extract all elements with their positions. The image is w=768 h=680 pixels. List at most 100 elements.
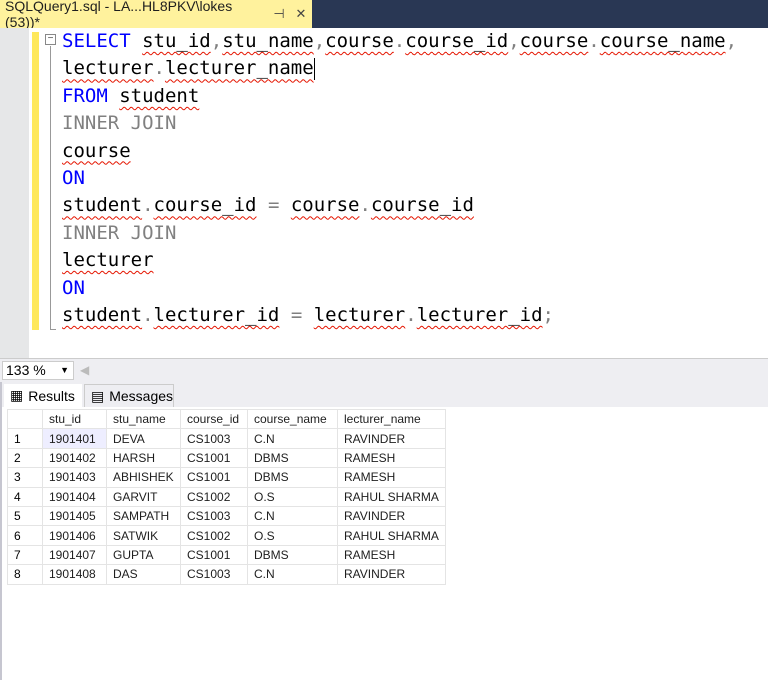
code-token: . (405, 303, 417, 326)
cell-course_name[interactable]: C.N (247, 428, 338, 449)
column-header-course_name[interactable]: course_name (247, 408, 338, 430)
cell-stu_id[interactable]: 1901404 (42, 486, 107, 507)
code-line: INNER JOIN (62, 220, 737, 247)
code-token: . (142, 303, 154, 326)
cell-course_name[interactable]: DBMS (247, 544, 338, 566)
row-number[interactable]: 2 (7, 447, 43, 469)
table-row[interactable]: 3 1901403 ABHISHEK CS1001 DBMS RAMESH (7, 467, 446, 488)
tab-results[interactable]: ▦ Results (4, 384, 82, 407)
close-icon[interactable]: ✕ (290, 6, 312, 22)
column-header-stu_name[interactable]: stu_name (106, 408, 181, 430)
cell-stu_id[interactable]: 1901402 (42, 447, 107, 469)
cell-stu_name[interactable]: DAS (106, 564, 181, 585)
code-line: FROM student (62, 83, 737, 110)
document-tab-title: SQLQuery1.sql - LA...HL8PKV\lokes (53))* (5, 0, 233, 30)
cell-course_id[interactable]: CS1003 (180, 428, 248, 449)
cell-lecturer_name[interactable]: RAMESH (337, 544, 446, 566)
cell-stu_name[interactable]: GARVIT (106, 486, 181, 507)
cell-course_name[interactable]: C.N (247, 564, 338, 585)
tab-label: Results (28, 387, 75, 404)
cell-stu_id[interactable]: 1901408 (42, 564, 107, 585)
table-row[interactable]: 7 1901407 GUPTA CS1001 DBMS RAMESH (7, 544, 446, 566)
code-line: student.lecturer_id = lecturer.lecturer_… (62, 302, 737, 329)
cell-stu_name[interactable]: HARSH (106, 447, 181, 469)
code-token: lecturer_id (153, 303, 280, 326)
column-header-stu_id[interactable]: stu_id (42, 408, 107, 430)
sql-editor[interactable]: − SELECT stu_id,stu_name,course.course_i… (0, 28, 768, 358)
results-panel: ▦ Results ▤ Messages stu_id stu_name course_… (0, 382, 768, 680)
row-number[interactable]: 1 (7, 428, 43, 449)
code-token: course_id (153, 194, 257, 217)
cell-course_name[interactable]: C.N (247, 505, 338, 527)
tab-messages[interactable]: ▤ Messages (84, 384, 174, 407)
cell-course_id[interactable]: CS1001 (180, 467, 248, 488)
cell-stu_id[interactable]: 1901405 (42, 505, 107, 527)
column-header-lecturer_name[interactable]: lecturer_name (337, 408, 446, 430)
row-number[interactable]: 7 (7, 544, 43, 566)
editor-status-bar: 133 % ▼ ◀ (0, 358, 768, 382)
column-header-course_id[interactable]: course_id (180, 408, 248, 430)
code-line: ON (62, 275, 737, 302)
table-row[interactable]: 8 1901408 DAS CS1003 C.N RAVINDER (7, 564, 446, 585)
cell-stu_name[interactable]: SAMPATH (106, 505, 181, 527)
cell-stu_id[interactable]: 1901403 (42, 467, 107, 488)
code-line: course (62, 138, 737, 165)
cell-stu_id[interactable]: 1901401 (42, 428, 107, 449)
cell-course_name[interactable]: O.S (247, 486, 338, 507)
results-tabs: ▦ Results ▤ Messages (2, 382, 768, 407)
results-grid[interactable]: stu_id stu_name course_id course_name lectur… (7, 408, 446, 585)
cell-stu_name[interactable]: GUPTA (106, 544, 181, 566)
cell-course_name[interactable]: O.S (247, 525, 338, 546)
cell-course_id[interactable]: CS1002 (180, 486, 248, 507)
cell-stu_name[interactable]: DEVA (106, 428, 181, 449)
cell-lecturer_name[interactable]: RAMESH (337, 447, 446, 469)
code-token: , (508, 30, 520, 52)
scroll-left-icon[interactable]: ◀ (80, 363, 89, 377)
cell-stu_name[interactable]: SATWIK (106, 525, 181, 546)
code-token: , (313, 30, 326, 52)
cell-lecturer_name[interactable]: RAVINDER (337, 564, 446, 585)
row-number[interactable]: 6 (7, 525, 43, 546)
table-row[interactable]: 4 1901404 GARVIT CS1002 O.S RAHUL SHARMA (7, 486, 446, 507)
code-token: . (393, 30, 406, 52)
cell-stu_id[interactable]: 1901407 (42, 544, 107, 566)
cell-course_id[interactable]: CS1001 (180, 544, 248, 566)
cell-course_id[interactable]: CS1003 (180, 564, 248, 585)
row-number[interactable]: 4 (7, 486, 43, 507)
document-tab[interactable]: SQLQuery1.sql - LA...HL8PKV\lokes (53))*… (0, 0, 312, 30)
table-row[interactable]: 1 1901401 DEVA CS1003 C.N RAVINDER (7, 428, 446, 449)
row-number-header (7, 408, 43, 430)
cell-course_name[interactable]: DBMS (247, 467, 338, 488)
cell-stu_name[interactable]: ABHISHEK (106, 467, 181, 488)
cell-lecturer_name[interactable]: RAVINDER (337, 505, 446, 527)
code-token: student (62, 303, 143, 326)
cell-lecturer_name[interactable]: RAHUL SHARMA (337, 486, 446, 507)
code-token: lecturer (62, 57, 154, 80)
cell-course_id[interactable]: CS1003 (180, 505, 248, 527)
zoom-select[interactable]: 133 % ▼ (2, 361, 74, 380)
cell-course_name[interactable]: DBMS (247, 447, 338, 469)
tab-label: Messages (109, 388, 174, 404)
row-number[interactable]: 8 (7, 564, 43, 585)
collapse-icon[interactable]: − (45, 34, 56, 45)
table-row[interactable]: 6 1901406 SATWIK CS1002 O.S RAHUL SHARMA (7, 525, 446, 546)
cell-lecturer_name[interactable]: RAVINDER (337, 428, 446, 449)
code-token: lecturer (62, 249, 154, 272)
code-token: lecturer_id (416, 303, 543, 326)
code-token: , (210, 30, 223, 52)
zoom-value: 133 % (6, 362, 46, 378)
pin-icon[interactable]: ⊣ (268, 6, 290, 22)
row-number[interactable]: 3 (7, 467, 43, 488)
table-row[interactable]: 2 1901402 HARSH CS1001 DBMS RAMESH (7, 447, 446, 469)
cell-lecturer_name[interactable]: RAHUL SHARMA (337, 525, 446, 546)
cell-course_id[interactable]: CS1001 (180, 447, 248, 469)
table-row[interactable]: 5 1901405 SAMPATH CS1003 C.N RAVINDER (7, 505, 446, 527)
code-line: lecturer.lecturer_name (62, 55, 737, 82)
cell-stu_id[interactable]: 1901406 (42, 525, 107, 546)
cell-course_id[interactable]: CS1002 (180, 525, 248, 546)
row-number[interactable]: 5 (7, 505, 43, 527)
code-token: student (62, 194, 143, 217)
editor-gutter (0, 28, 29, 358)
cell-lecturer_name[interactable]: RAMESH (337, 467, 446, 488)
code-text[interactable]: SELECT stu_id,stu_name,course.course_id,… (62, 28, 737, 329)
